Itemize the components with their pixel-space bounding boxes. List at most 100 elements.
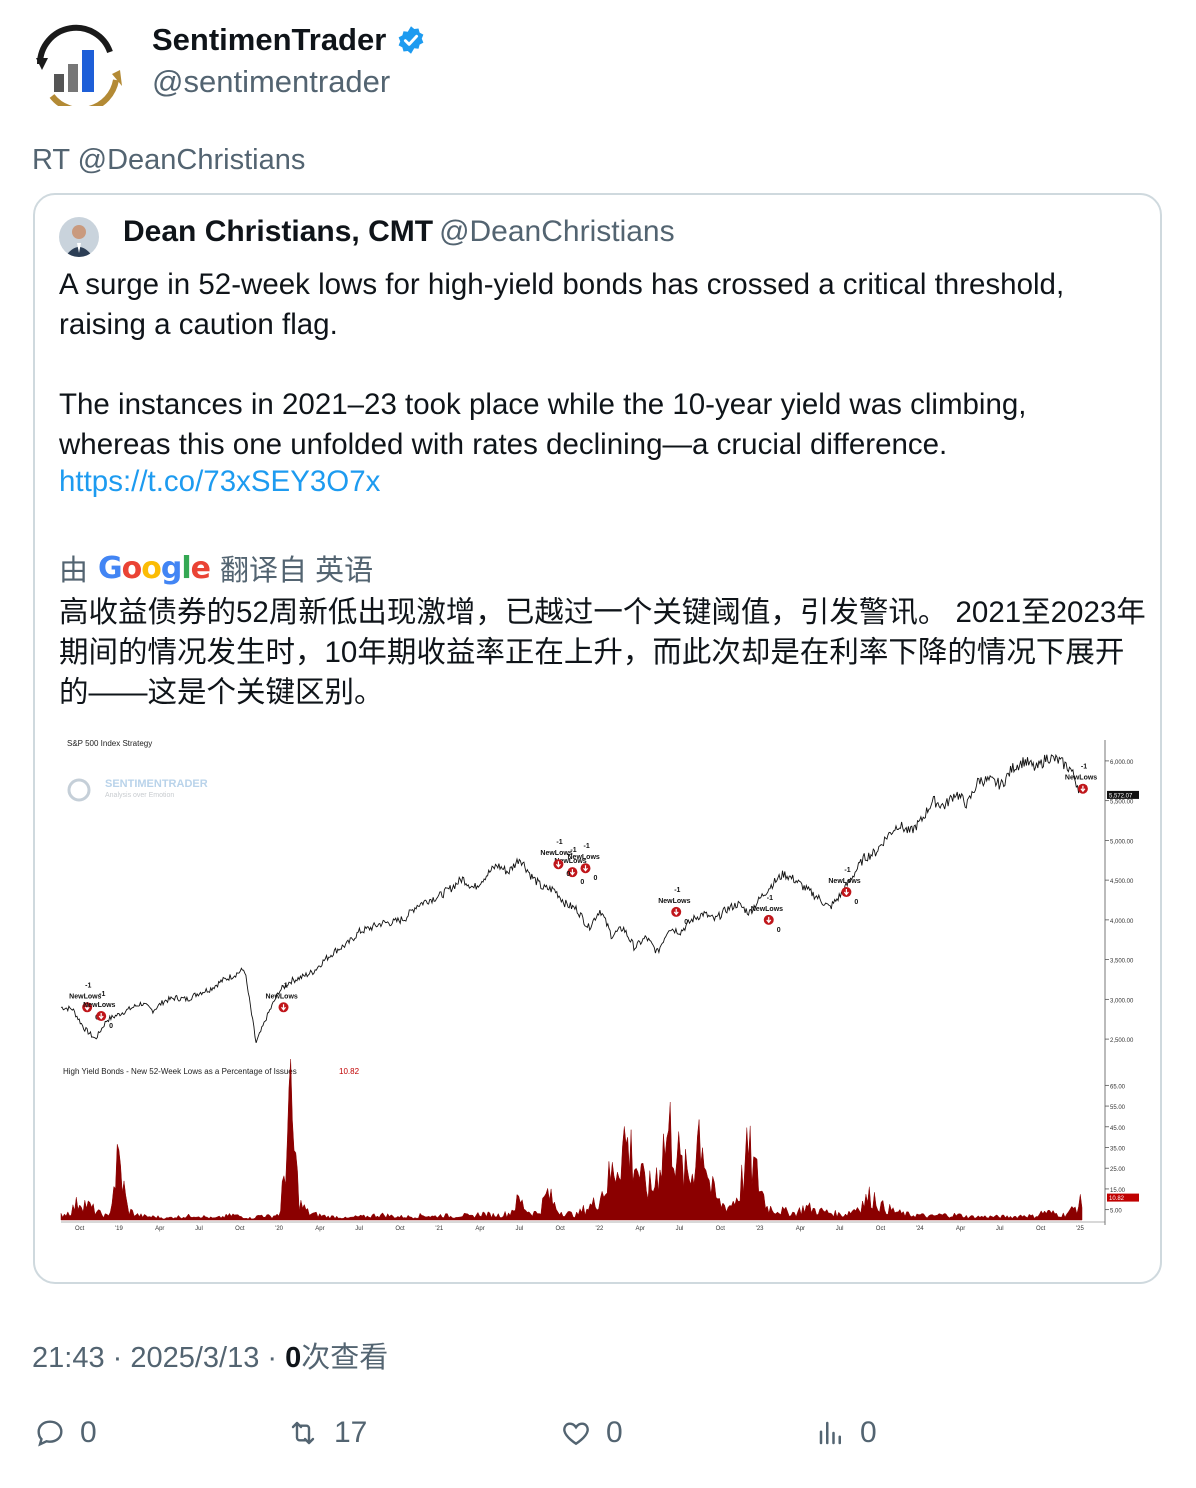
x-tick-label: '20 (275, 1226, 283, 1232)
y-tick-label: 5.00 (1110, 1209, 1122, 1215)
views-count: 0 (285, 1342, 302, 1374)
signal-count: -1 (282, 982, 288, 989)
x-tick-label: Oct (876, 1226, 886, 1232)
signal-label: NewLows (1065, 775, 1097, 782)
translation-attribution: 由 Google 翻译自 英语 (59, 547, 373, 589)
y-tick-label: 4,000.00 (1110, 919, 1134, 925)
y-tick-label: 15.00 (1110, 1188, 1126, 1194)
x-tick-label: Apr (796, 1226, 805, 1232)
tweet-date[interactable]: 2025/3/13 (130, 1342, 259, 1374)
x-tick-label: Jul (515, 1226, 523, 1232)
signal-outcome: 0 (566, 871, 570, 878)
y-tick-label: 55.00 (1110, 1105, 1126, 1111)
translated-by-suffix: 翻译自 英语 (220, 555, 374, 587)
author-name-text: SentimenTrader (152, 22, 387, 57)
signal-count: -1 (99, 991, 105, 998)
signal-outcome: 0 (109, 1023, 113, 1030)
x-tick-label: '21 (435, 1226, 443, 1232)
signal-count: -1 (844, 867, 850, 874)
x-tick-label: Jul (836, 1226, 844, 1232)
signal-label: NewLows (658, 898, 690, 905)
y-tick-label: 65.00 (1110, 1084, 1126, 1090)
y-tick-label: 5,000.00 (1110, 839, 1134, 845)
x-tick-label: Oct (75, 1226, 85, 1232)
translated-text: 高收益债券的52周新低出现激增，已越过一个关键阈值，引发警讯。 2021至202… (59, 596, 1146, 709)
y-tick-label: 2,500.00 (1110, 1038, 1134, 1044)
x-tick-label: Apr (636, 1226, 645, 1232)
bottom-chart-title: High Yield Bonds - New 52-Week Lows as a… (63, 1067, 297, 1076)
reply-icon (37, 1420, 63, 1447)
quoted-link[interactable]: https://t.co/73xSEY3O7x (59, 465, 380, 499)
x-tick-label: Apr (315, 1226, 324, 1232)
signal-outcome: 0 (684, 919, 688, 926)
y-tick-label: 5,500.00 (1110, 800, 1134, 806)
x-tick-label: Jul (676, 1226, 684, 1232)
signal-outcome: 0 (854, 899, 858, 906)
signal-count: -1 (767, 895, 773, 902)
quoted-author-avatar[interactable] (59, 217, 99, 257)
x-tick-label: Apr (475, 1226, 484, 1232)
signal-label: NewLows (568, 854, 600, 861)
quoted-author-name: Dean Christians, CMT (123, 215, 434, 248)
signal-label: NewLows (751, 906, 783, 913)
signal-outcome: 0 (594, 875, 598, 882)
reply-button[interactable]: 0 (34, 1416, 97, 1450)
y-tick-label: 35.00 (1110, 1147, 1126, 1153)
x-tick-label: Oct (235, 1226, 245, 1232)
retweet-button[interactable]: 17 (286, 1416, 367, 1450)
y-tick-label: 3,000.00 (1110, 998, 1134, 1004)
x-tick-label: Jul (355, 1226, 363, 1232)
tweet-meta: 21:43 · 2025/3/13 · 0次查看 (32, 1334, 388, 1376)
y-tick-label: 45.00 (1110, 1126, 1126, 1132)
verified-badge-icon (398, 26, 424, 54)
meta-separator-2: · (259, 1342, 286, 1374)
author-avatar[interactable] (32, 24, 128, 113)
y-tick-label: 3,500.00 (1110, 959, 1134, 965)
top-chart-title: S&P 500 Index Strategy (67, 739, 152, 748)
signal-count: -1 (584, 843, 590, 850)
heart-icon (563, 1422, 589, 1446)
meta-separator-1: · (104, 1342, 131, 1374)
reply-count: 0 (80, 1416, 97, 1449)
x-tick-label: Jul (996, 1226, 1004, 1232)
last-value-label: 10.82 (1109, 1196, 1125, 1202)
tweet-time[interactable]: 21:43 (32, 1342, 105, 1374)
analytics-icon (819, 1421, 841, 1445)
x-tick-label: Oct (555, 1226, 565, 1232)
x-tick-label: '23 (756, 1226, 764, 1232)
views-action-count: 0 (860, 1416, 877, 1449)
signal-outcome: 0 (777, 927, 781, 934)
x-tick-label: '25 (1076, 1226, 1084, 1232)
signal-label: NewLows (69, 993, 101, 1000)
author-handle[interactable]: @sentimentrader (152, 64, 390, 100)
y-tick-label: 6,000.00 (1110, 760, 1134, 766)
views-label: 次查看 (301, 1342, 389, 1374)
google-logo: Google (98, 550, 211, 586)
svg-text:Analysis over Emotion: Analysis over Emotion (105, 792, 174, 799)
quoted-author[interactable]: Dean Christians, CMT @DeanChristians (123, 215, 675, 249)
views-button[interactable]: 0 (816, 1416, 877, 1450)
signal-label: NewLows (828, 878, 860, 885)
action-bar: 0 17 0 0 (0, 1416, 1196, 1466)
x-tick-label: '24 (916, 1226, 924, 1232)
retweet-count: 17 (334, 1416, 368, 1449)
chart-image[interactable]: SENTIMENTRADER Analysis over Emotion S&P… (57, 735, 1143, 1240)
quoted-author-handle: @DeanChristians (439, 215, 675, 248)
x-tick-label: '19 (115, 1226, 123, 1232)
signal-count: -1 (85, 982, 91, 989)
signal-outcome: 0 (580, 879, 584, 886)
author-name[interactable]: SentimenTrader (152, 22, 426, 58)
retweet-line[interactable]: RT @DeanChristians (32, 144, 305, 177)
x-tick-label: Apr (155, 1226, 164, 1232)
x-tick-label: Oct (395, 1226, 405, 1232)
signal-count: -1 (556, 839, 562, 846)
quoted-tweet[interactable]: Dean Christians, CMT @DeanChristians A su… (33, 193, 1162, 1284)
x-tick-label: Jul (195, 1226, 203, 1232)
x-tick-label: '22 (596, 1226, 604, 1232)
x-tick-label: Oct (716, 1226, 726, 1232)
retweet-icon (291, 1421, 315, 1445)
like-button[interactable]: 0 (560, 1416, 623, 1450)
signal-label: NewLows (83, 1002, 115, 1009)
y-tick-label: 4,500.00 (1110, 879, 1134, 885)
signal-count: -1 (674, 887, 680, 894)
